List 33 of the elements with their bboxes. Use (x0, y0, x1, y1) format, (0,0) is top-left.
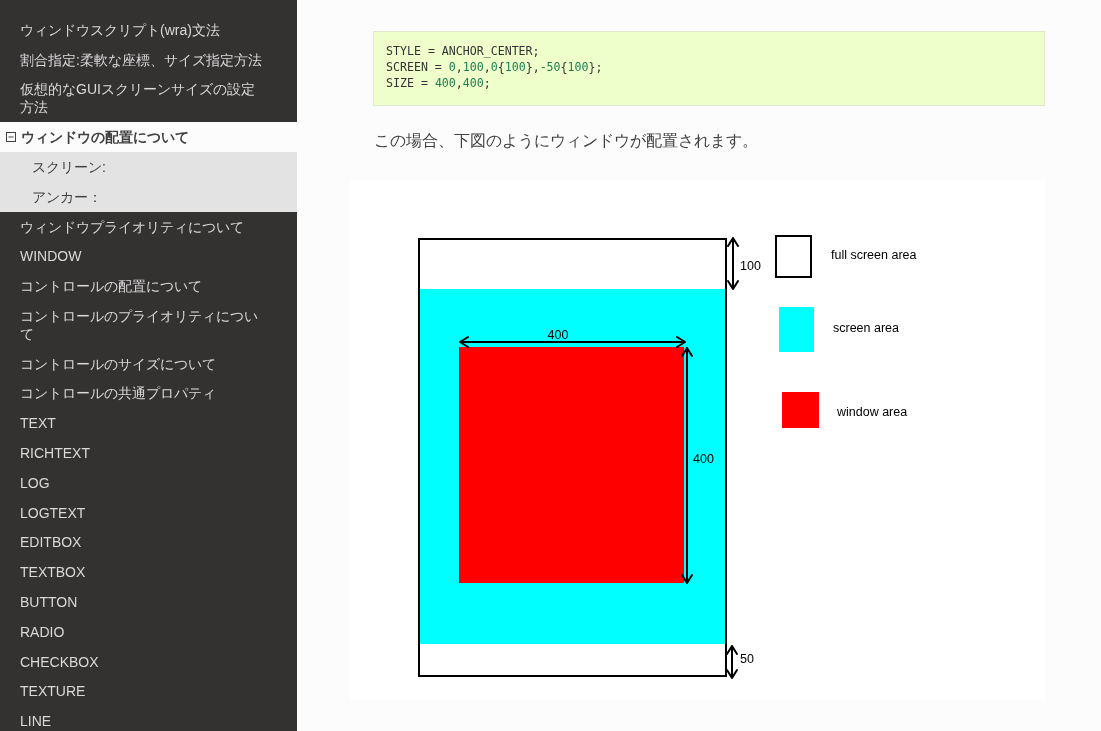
code-block: STYLE = ANCHOR_CENTER; SCREEN = 0,100,0{100},-50{100}; SIZE = 400,400; (373, 31, 1045, 106)
sidebar-subitem[interactable]: スクリーン: (0, 152, 297, 182)
sidebar-item[interactable]: LOG (0, 467, 297, 498)
body-text: この場合、下図のようにウィンドウが配置されます。 (374, 131, 758, 151)
sidebar-item[interactable]: CHECKBOX (0, 646, 297, 677)
sidebar-item[interactable]: コントロールのサイズについて (0, 348, 297, 379)
sidebar-item[interactable]: LINE (0, 706, 297, 731)
sidebar-item[interactable]: EDITBOX (0, 527, 297, 558)
sidebar-subitem[interactable]: アンカー： (0, 181, 297, 212)
legend-label: screen area (833, 321, 899, 335)
sidebar-item[interactable]: WINDOW (0, 241, 297, 272)
sidebar-item[interactable]: コントロールのプライオリティについて (0, 301, 297, 349)
legend-label: window area (837, 405, 908, 419)
sidebar-item[interactable]: ウィンドウの配置について (0, 122, 297, 153)
dimension-label: 400 (547, 327, 569, 342)
sidebar-item[interactable]: TEXTURE (0, 676, 297, 707)
sidebar-item[interactable]: RADIO (0, 616, 297, 647)
sidebar-item[interactable]: ウィンドウプライオリティについて (0, 211, 297, 242)
dimension-label: 400 (693, 451, 714, 466)
dimension-label: 100 (740, 258, 761, 273)
sidebar-item[interactable]: LOGTEXT (0, 497, 297, 528)
sidebar-item[interactable]: コントロールの配置について (0, 271, 297, 302)
sidebar-item[interactable]: BUTTON (0, 587, 297, 617)
legend-label: full screen area (831, 248, 917, 262)
dimension-label: 50 (740, 651, 754, 666)
sidebar-item[interactable]: ウィンドウスクリプト(wra)文法 (0, 15, 297, 45)
sidebar-item[interactable]: TEXT (0, 408, 297, 439)
sidebar-item[interactable]: 仮想的なGUIスクリーンサイズの設定方法 (0, 74, 297, 123)
sidebar-item[interactable]: TEXTBOX (0, 557, 297, 588)
sidebar-item[interactable]: コントロールの共通プロパティ (0, 378, 297, 409)
minus-square-icon[interactable] (6, 132, 16, 143)
sidebar-item[interactable]: RICHTEXT (0, 438, 297, 468)
sidebar-item[interactable]: 割合指定:柔軟な座標、サイズ指定方法 (0, 44, 297, 75)
